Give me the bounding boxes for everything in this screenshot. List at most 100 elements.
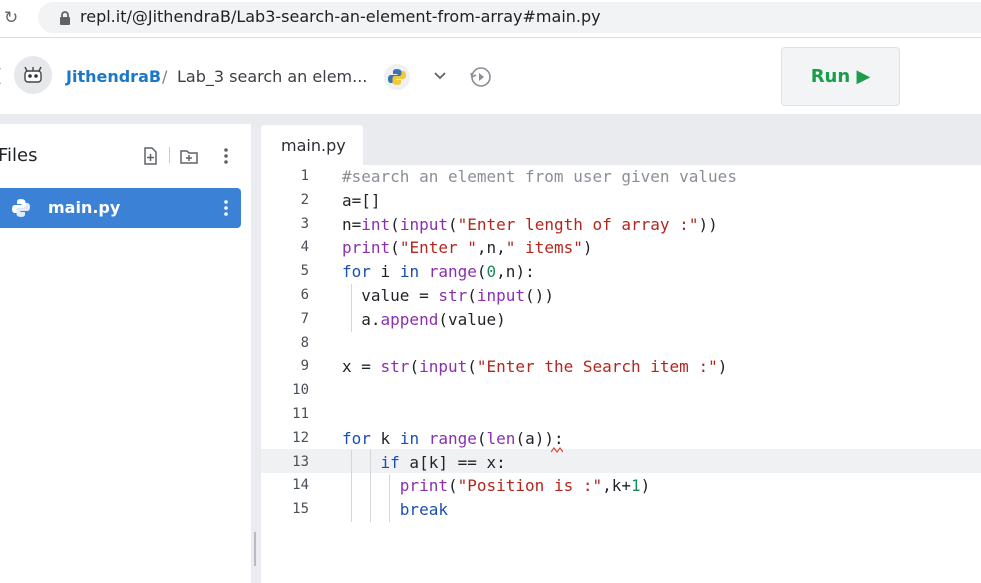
code-line: #search an element from user given value…	[342, 165, 737, 189]
code-token: print	[342, 238, 391, 258]
new-file-icon[interactable]	[140, 146, 160, 166]
code-token: a.	[342, 309, 381, 329]
code-token: (	[467, 357, 477, 377]
code-line: print("Position is :",k+1)	[342, 474, 737, 498]
files-panel-title: Files	[0, 145, 38, 166]
username-link[interactable]: JithendraB	[66, 67, 161, 86]
code-token: "Enter "	[399, 238, 477, 258]
code-content[interactable]: #search an element from user given value…	[342, 165, 737, 522]
code-token: input	[476, 285, 526, 305]
code-token: input	[419, 357, 468, 377]
code-token: "Position is :"	[457, 476, 603, 496]
error-squiggle-icon	[551, 447, 563, 453]
line-number: 12	[292, 429, 309, 446]
lock-icon	[60, 11, 70, 25]
code-line: x = str(input("Enter the Search item :")	[342, 355, 737, 379]
code-line: a=[]	[342, 189, 737, 213]
line-number: 8	[300, 334, 309, 351]
code-token: (	[447, 476, 458, 496]
code-token: for	[342, 262, 371, 282]
code-token: int	[361, 214, 391, 234]
bot-avatar-icon	[24, 66, 42, 83]
code-token: in	[399, 428, 420, 448]
code-token: input	[399, 214, 448, 234]
panel-resize-handle[interactable]	[254, 532, 256, 566]
repl-name[interactable]: Lab_3 search an elem...	[177, 67, 367, 86]
history-icon[interactable]	[468, 64, 494, 90]
code-line: value = str(input())	[342, 284, 737, 308]
code-token: (	[390, 238, 400, 258]
code-token: a[k] == x:	[399, 452, 506, 472]
code-token: (	[447, 214, 458, 234]
line-number: 1	[300, 168, 309, 184]
code-token: ())	[525, 285, 554, 305]
code-token: (	[467, 285, 477, 305]
code-token: ,n,	[476, 238, 506, 258]
code-token: ))	[698, 214, 718, 234]
code-token: #search an element from user given value…	[342, 167, 737, 186]
run-button[interactable]: Run ▶	[781, 47, 900, 106]
line-number: 6	[300, 286, 309, 303]
code-token: "Enter the Search item :"	[476, 357, 718, 377]
chevron-down-icon[interactable]	[430, 65, 450, 85]
line-number: 7	[300, 310, 309, 327]
code-token: print	[399, 476, 448, 496]
code-token: 1	[631, 476, 641, 496]
reload-icon[interactable]: ↻	[4, 8, 18, 28]
run-button-label: Run ▶	[810, 66, 871, 87]
code-token: ,n):	[496, 262, 535, 282]
line-number: 10	[292, 382, 309, 399]
avatar[interactable]	[14, 56, 52, 94]
code-token: (	[476, 428, 487, 448]
code-token: (	[409, 357, 420, 377]
code-token: x =	[342, 357, 381, 377]
url-text[interactable]: repl.it/@JithendraB/Lab3-search-an-eleme…	[80, 7, 601, 26]
code-token: str	[380, 357, 410, 377]
more-options-icon[interactable]	[216, 146, 236, 166]
code-line: for i in range(0,n):	[342, 260, 737, 284]
breadcrumb-separator: /	[162, 67, 168, 86]
code-token: (	[476, 262, 487, 282]
code-token: str	[438, 285, 468, 305]
line-number-gutter: 1 2 3 4 5 6 7 8 9 10 11 12 13 14 15	[285, 165, 309, 522]
sidebar-toggle-icon[interactable]	[0, 66, 6, 86]
code-line: n=int(input("Enter length of array :"))	[342, 213, 737, 237]
tab-main-py[interactable]: main.py	[261, 125, 363, 165]
line-number: 11	[292, 405, 309, 422]
code-token: ,k+	[602, 476, 632, 496]
code-token: )	[717, 357, 728, 377]
code-token: value =	[342, 285, 439, 305]
code-token: (a)):	[515, 428, 564, 448]
code-token: range	[428, 262, 477, 282]
code-token: in	[399, 262, 420, 282]
code-token: len	[486, 428, 516, 448]
code-line: if a[k] == x:	[342, 451, 737, 475]
code-token: (value)	[438, 309, 506, 329]
new-folder-icon[interactable]	[179, 146, 199, 166]
code-token: append	[380, 309, 439, 329]
code-token: (	[390, 214, 400, 234]
line-number: 14	[292, 477, 309, 494]
code-line: a.append(value)	[342, 308, 737, 332]
code-token: i	[370, 262, 400, 282]
code-token: )	[582, 238, 593, 258]
code-token: range	[428, 428, 477, 448]
browser-toolbar: ↻ repl.it/@JithendraB/Lab3-search-an-ele…	[0, 0, 981, 38]
code-token: )	[640, 476, 651, 496]
line-number: 2	[300, 191, 309, 208]
code-token: for	[342, 428, 371, 448]
file-item-main-py[interactable]: main.py	[0, 188, 241, 228]
line-number: 3	[300, 215, 309, 232]
file-name: main.py	[48, 198, 121, 217]
code-token: break	[399, 500, 448, 520]
code-line: print("Enter ",n," items")	[342, 236, 737, 260]
code-line: break	[342, 498, 737, 522]
line-number: 9	[300, 358, 309, 375]
file-menu-icon[interactable]	[216, 198, 236, 218]
python-file-icon	[12, 199, 30, 217]
